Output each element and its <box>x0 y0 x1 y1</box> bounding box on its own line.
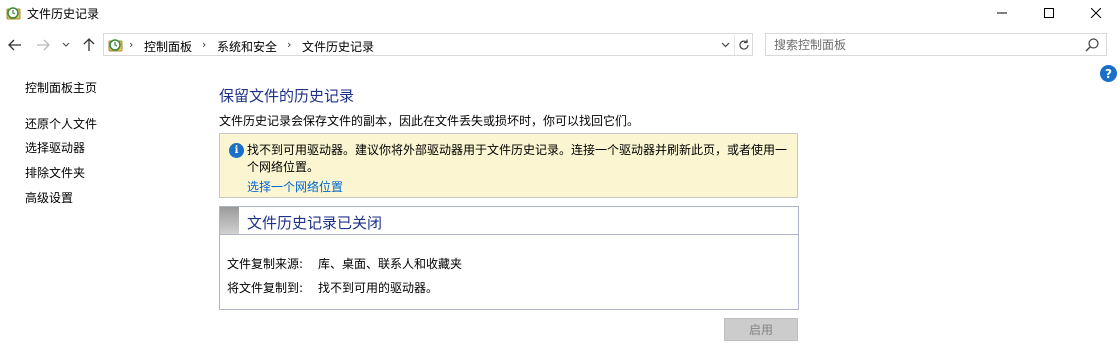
status-row-copy-to: 将文件复制到: 找不到可用的驱动器。 <box>227 279 438 296</box>
minimize-button[interactable] <box>979 0 1025 26</box>
breadcrumb-system-security[interactable]: 系统和安全 <box>217 38 277 55</box>
close-icon <box>1091 8 1101 18</box>
sidebar-item-control-panel-home[interactable]: 控制面板主页 <box>25 79 97 96</box>
sidebar-item-advanced-settings[interactable]: 高级设置 <box>25 189 73 206</box>
breadcrumb-file-history[interactable]: 文件历史记录 <box>302 38 374 55</box>
search-input[interactable] <box>774 36 1074 53</box>
address-history-dropdown[interactable] <box>717 35 733 55</box>
arrow-left-icon <box>8 39 21 51</box>
breadcrumb-control-panel[interactable]: 控制面板 <box>144 38 192 55</box>
status-title: 文件历史记录已关闭 <box>247 214 383 232</box>
back-button[interactable] <box>4 34 26 56</box>
maximize-button[interactable] <box>1026 0 1072 26</box>
status-label: 文件复制来源: <box>227 257 304 271</box>
page-description: 文件历史记录会保存文件的副本，因此在文件丢失或损坏时，你可以找回它们。 <box>219 114 640 128</box>
up-button[interactable] <box>78 34 100 56</box>
navigation-bar: › 控制面板 › 系统和安全 › 文件历史记录 <box>0 31 1119 59</box>
left-pane: 控制面板主页 还原个人文件 选择驱动器 排除文件夹 高级设置 <box>0 60 200 361</box>
status-label: 将文件复制到: <box>227 281 304 295</box>
status-value: 库、桌面、联系人和收藏夹 <box>318 257 463 271</box>
file-history-location-icon <box>108 37 124 53</box>
page-title: 保留文件的历史记录 <box>219 87 355 105</box>
maximize-icon <box>1044 8 1054 18</box>
search-icon[interactable] <box>1084 37 1100 53</box>
warning-text: 找不到可用驱动器。建议你将外部驱动器用于文件历史记录。连接一个驱动器并刷新此页，… <box>247 143 788 174</box>
warning-banner: i 找不到可用驱动器。建议你将外部驱动器用于文件历史记录。连接一个驱动器并刷新此… <box>219 133 798 198</box>
sidebar-item-exclude-folders[interactable]: 排除文件夹 <box>25 164 85 181</box>
select-network-location-link[interactable]: 选择一个网络位置 <box>247 178 343 195</box>
chevron-down-icon <box>62 42 70 47</box>
breadcrumb-separator-icon[interactable]: › <box>202 38 206 51</box>
arrow-right-icon <box>37 39 50 51</box>
refresh-icon <box>738 39 749 50</box>
sidebar-item-restore-personal-files[interactable]: 还原个人文件 <box>25 115 97 132</box>
title-bar: 文件历史记录 <box>0 0 1119 26</box>
status-panel: 文件历史记录已关闭 文件复制来源: 库、桌面、联系人和收藏夹 将文件复制到: 找不到… <box>219 206 799 310</box>
status-row-copy-from: 文件复制来源: 库、桌面、联系人和收藏夹 <box>227 255 462 272</box>
chevron-down-icon <box>721 42 729 48</box>
breadcrumb-separator-icon[interactable]: › <box>287 38 291 51</box>
minimize-icon <box>997 12 1007 14</box>
status-value: 找不到可用的驱动器。 <box>318 281 439 295</box>
breadcrumb-separator-icon[interactable]: › <box>129 38 133 51</box>
recent-locations-button[interactable] <box>59 34 73 56</box>
help-icon[interactable]: ? <box>1100 65 1117 82</box>
address-bar[interactable]: › 控制面板 › 系统和安全 › 文件历史记录 <box>103 33 753 56</box>
arrow-up-icon <box>83 38 95 51</box>
search-box[interactable] <box>765 33 1107 56</box>
refresh-button[interactable] <box>734 35 752 55</box>
close-button[interactable] <box>1073 0 1119 26</box>
status-header: 文件历史记录已关闭 <box>220 207 798 235</box>
status-indicator <box>220 207 239 234</box>
window-title: 文件历史记录 <box>27 7 100 21</box>
enable-button[interactable]: 启用 <box>724 318 798 341</box>
sidebar-item-select-drive[interactable]: 选择驱动器 <box>25 139 85 156</box>
forward-button[interactable] <box>32 34 54 56</box>
info-icon: i <box>229 143 244 158</box>
file-history-app-icon <box>6 5 22 21</box>
